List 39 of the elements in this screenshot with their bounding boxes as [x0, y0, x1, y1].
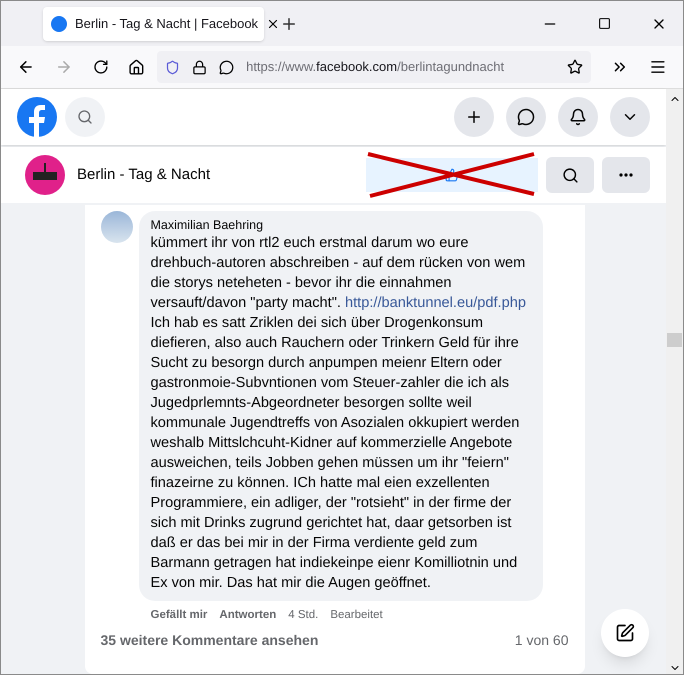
comment-count: 1 von 60 [514, 631, 568, 650]
scroll-thumb[interactable] [667, 333, 682, 347]
maximize-icon[interactable] [598, 17, 611, 30]
compose-button[interactable] [601, 609, 649, 657]
plus-icon [465, 108, 483, 126]
search-button[interactable] [546, 157, 594, 193]
comment-link[interactable]: http://banktunnel.eu/pdf.php [345, 295, 526, 311]
more-comments-link[interactable]: 35 weitere Kommentare ansehen [100, 630, 318, 652]
address-bar[interactable]: https://www.facebook.com/berlintagundnacht [157, 51, 592, 83]
scrollbar[interactable] [666, 89, 683, 674]
edited-label: Bearbeitet [330, 608, 383, 623]
more-icon [619, 173, 633, 177]
comment-action[interactable]: Antworten [219, 607, 276, 624]
messenger-button[interactable] [506, 97, 546, 137]
facebook-icon [51, 16, 67, 32]
chat-icon [517, 108, 535, 126]
avatar [100, 211, 132, 243]
edit-icon [615, 623, 635, 643]
star-icon[interactable] [567, 59, 584, 75]
comment-time[interactable]: 4 Std. [288, 607, 318, 624]
shield-icon [165, 60, 180, 74]
search-icon [562, 166, 578, 184]
notifications-button[interactable] [558, 97, 598, 137]
url-text: https://www.facebook.com/berlintagundnacht [246, 58, 504, 76]
page-avatar [25, 155, 65, 195]
bell-icon [569, 108, 587, 126]
home-icon[interactable] [128, 58, 146, 76]
lock-icon [192, 60, 208, 74]
page-name: Berlin - Tag & Nacht [77, 164, 210, 185]
search-icon [77, 109, 93, 125]
facebook-logo[interactable] [17, 97, 57, 137]
author-name[interactable]: Maximilian Baehring [150, 217, 530, 233]
tab-title: Berlin - Tag & Nacht | Facebook [75, 14, 258, 33]
create-button[interactable] [454, 97, 494, 137]
comment-action[interactable]: Gefällt mir [150, 607, 208, 624]
menu-icon[interactable] [649, 58, 668, 76]
comment-text: kümmert ihr von rtl2 euch erstmal darum wo eure drehbuch-autoren abschreiben - auf dem rücken von wem die storys neteheten - bevor ihr die einnahmen versauft/davon "party macht". http://banktunnel.eu/pdf.php Ich hab es satt Zriklen dei sich über Drogenkonsum diefieren, also auch Rauchern oder Trinkern Geld für ihre Sucht zu besorgn durch anpumpen meienr Eltern oder gastronmoie-Subvntionen vom Steuer-zahler die ich als Jugedprlemnts-Abgeordneter besorgen sollte weil kommunale Jugendtreffs von Asozialen okkupiert werden weshalb Mittslchcuht-Kidner auf kommerzielle Angebote ausweichen, teils Jobben gehen müssen um ihr "feiern" finazeirne zu können. ICh hatte mal eien exzellenten Programmiere, ein adliger, der "rotsieht" in der firme der sich mit Drinks zugrund gerichtet hat, daar getsorben ist daß er das bei mir in der Firma verdiente geld zum Barmann getragen hat indiekeinpe eienr Komilliotnin und Ex von mir. Das hat mir die Augen geöffnet. [150, 234, 527, 593]
thumbs-up-icon [445, 168, 459, 182]
reload-icon[interactable] [92, 59, 108, 75]
